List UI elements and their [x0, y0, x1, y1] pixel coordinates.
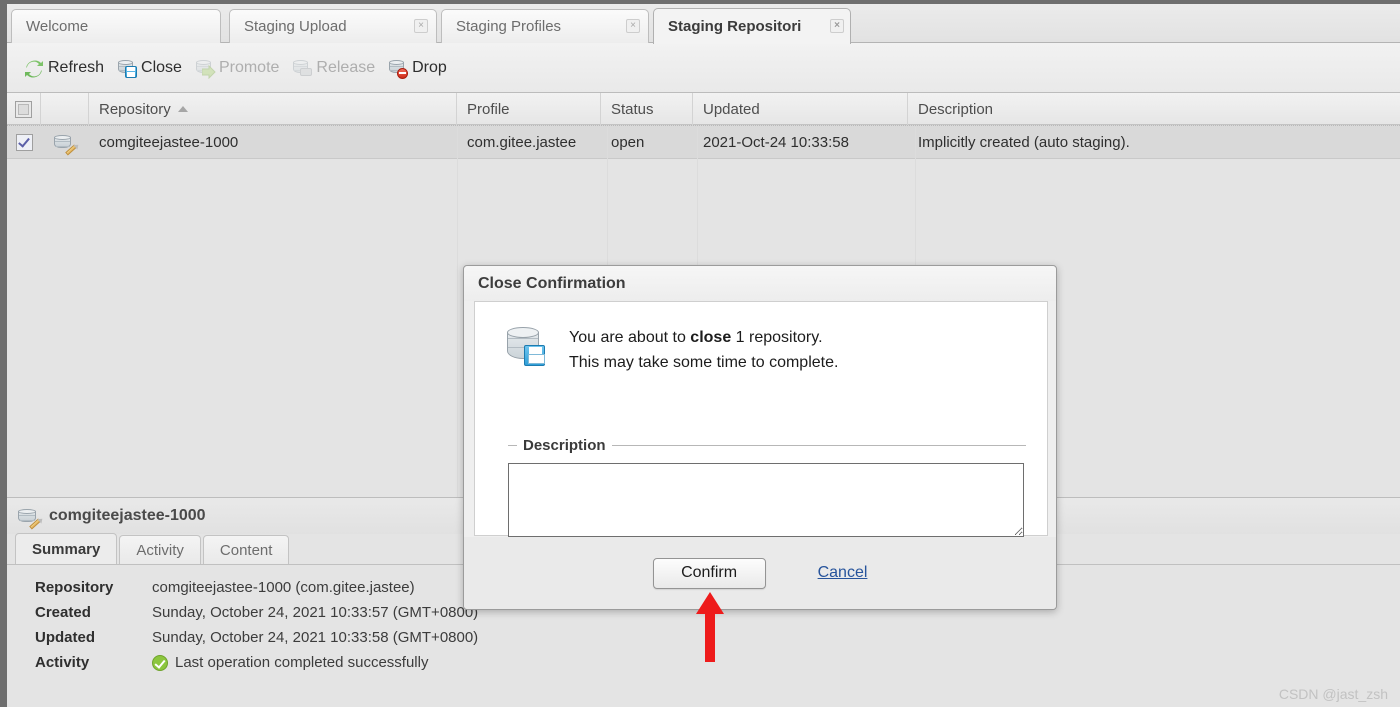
dialog-message-line-1: You are about to close 1 repository.: [569, 325, 838, 350]
description-legend-row: Description: [508, 436, 1026, 454]
table-header-row: Repository Profile Status Updated Descri…: [7, 93, 1400, 125]
tab-label: Staging Repositori: [668, 18, 802, 35]
column-header-label: Updated: [703, 100, 760, 118]
repository-icon: [53, 131, 77, 156]
cell-profile: com.gitee.jastee: [467, 133, 577, 151]
column-header-label: Repository: [99, 100, 171, 118]
dialog-message-line-2: This may take some time to complete.: [569, 354, 839, 371]
detail-tab-label: Content: [219, 541, 273, 559]
description-legend: Description: [523, 436, 606, 454]
tab-label: Staging Profiles: [456, 18, 562, 35]
field-value: Last operation completed successfully: [175, 654, 429, 671]
field-key: Updated: [35, 629, 95, 646]
repository-icon: [17, 505, 41, 530]
message-post: 1 repository.: [731, 329, 823, 346]
confirm-button[interactable]: Confirm: [652, 557, 766, 589]
tab-summary[interactable]: Summary: [15, 533, 118, 564]
message-pre: You are about to: [569, 329, 691, 346]
description-input[interactable]: [508, 463, 1024, 537]
column-header-status[interactable]: Status: [601, 93, 693, 125]
annotation-arrow-icon: [696, 592, 724, 662]
tab-staging-profiles[interactable]: Staging Profiles ×: [441, 9, 649, 43]
toolbar-button-label: Drop: [412, 58, 447, 76]
cell-status: open: [611, 133, 645, 151]
success-check-icon: [152, 654, 168, 671]
description-fieldset: Description: [508, 437, 1026, 542]
repository-close-icon: [116, 57, 138, 79]
application-window: Welcome Staging Upload × Staging Profile…: [0, 0, 1400, 707]
toolbar-button-label: Release: [316, 58, 376, 76]
toolbar-button-label: Close: [141, 58, 182, 76]
field-key: Repository: [35, 579, 114, 596]
select-all-checkbox[interactable]: [15, 100, 32, 118]
repository-release-icon: [291, 57, 313, 79]
cancel-link[interactable]: Cancel: [818, 564, 868, 582]
column-header-repository[interactable]: Repository: [89, 93, 457, 125]
close-icon[interactable]: ×: [830, 19, 844, 33]
field-value: comgiteejastee-1000 (com.gitee.jastee): [152, 579, 415, 596]
column-header-description[interactable]: Description: [908, 93, 1388, 125]
close-icon[interactable]: ×: [414, 19, 428, 33]
tab-label: Staging Upload: [244, 18, 347, 35]
promote-button: Promote: [188, 53, 285, 83]
tab-label: Welcome: [26, 18, 89, 35]
sort-ascending-icon: [177, 106, 188, 112]
toolbar: Refresh Close Promote Release Drop: [7, 43, 1400, 93]
field-value: Sunday, October 24, 2021 10:33:58 (GMT+0…: [152, 629, 479, 646]
drop-button[interactable]: Drop: [381, 53, 453, 83]
cell-updated: 2021-Oct-24 10:33:58: [703, 133, 849, 151]
release-button: Release: [285, 53, 381, 83]
repository-drop-icon: [387, 57, 409, 79]
toolbar-button-label: Refresh: [48, 58, 105, 76]
column-header-label: Status: [611, 100, 654, 118]
table-row[interactable]: comgiteejastee-1000 com.gitee.jastee ope…: [7, 125, 1400, 159]
column-header-updated[interactable]: Updated: [693, 93, 908, 125]
field-value-wrap: Last operation completed successfully: [152, 654, 428, 671]
column-header-label: Profile: [467, 100, 510, 118]
field-value: Sunday, October 24, 2021 10:33:57 (GMT+0…: [152, 604, 479, 621]
cell-repository: comgiteejastee-1000: [99, 133, 239, 151]
toolbar-button-label: Promote: [218, 58, 280, 76]
cell-description: Implicitly created (auto staging).: [918, 133, 1130, 151]
refresh-icon: [23, 57, 45, 79]
tab-staging-upload[interactable]: Staging Upload ×: [229, 9, 437, 43]
repository-promote-icon: [194, 57, 216, 79]
dialog-footer: Confirm Cancel: [464, 537, 1056, 609]
close-repository-button[interactable]: Close: [110, 53, 188, 83]
detail-tab-label: Activity: [136, 541, 184, 559]
database-save-icon: [505, 325, 551, 369]
window-frame-left: [0, 0, 7, 707]
close-confirmation-dialog: Close Confirmation You are about to clos…: [463, 265, 1057, 610]
tab-content[interactable]: Content: [202, 535, 290, 564]
row-select-cell[interactable]: [7, 125, 41, 159]
watermark: CSDN @jast_zsh: [1278, 686, 1388, 702]
column-divider: [457, 127, 458, 497]
detail-title-label: comgiteejastee-1000: [49, 507, 206, 524]
tab-bar: Welcome Staging Upload × Staging Profile…: [7, 4, 1400, 44]
field-key: Activity: [35, 654, 90, 671]
row-icon-cell: [41, 125, 89, 159]
column-header-label: Description: [918, 100, 994, 118]
refresh-button[interactable]: Refresh: [17, 53, 110, 83]
detail-tab-label: Summary: [32, 540, 101, 558]
legend-rule-right: [611, 444, 1026, 446]
close-icon[interactable]: ×: [626, 19, 640, 33]
tab-activity[interactable]: Activity: [119, 535, 201, 564]
icon-header-cell: [41, 93, 89, 125]
row-checkbox[interactable]: [15, 133, 33, 151]
message-bold: close: [690, 329, 732, 346]
tab-staging-repositories[interactable]: Staging Repositori ×: [653, 8, 851, 44]
legend-rule-left: [508, 444, 517, 446]
tab-welcome[interactable]: Welcome: [11, 9, 221, 43]
select-all-header-cell[interactable]: [7, 93, 41, 125]
dialog-message-area: You are about to close 1 repository. Thi…: [475, 302, 1047, 375]
dialog-body: You are about to close 1 repository. Thi…: [474, 301, 1048, 537]
column-header-profile[interactable]: Profile: [457, 93, 601, 125]
dialog-message-text: You are about to close 1 repository. Thi…: [569, 325, 838, 375]
dialog-title: Close Confirmation: [464, 266, 1056, 301]
field-key: Created: [35, 604, 91, 621]
